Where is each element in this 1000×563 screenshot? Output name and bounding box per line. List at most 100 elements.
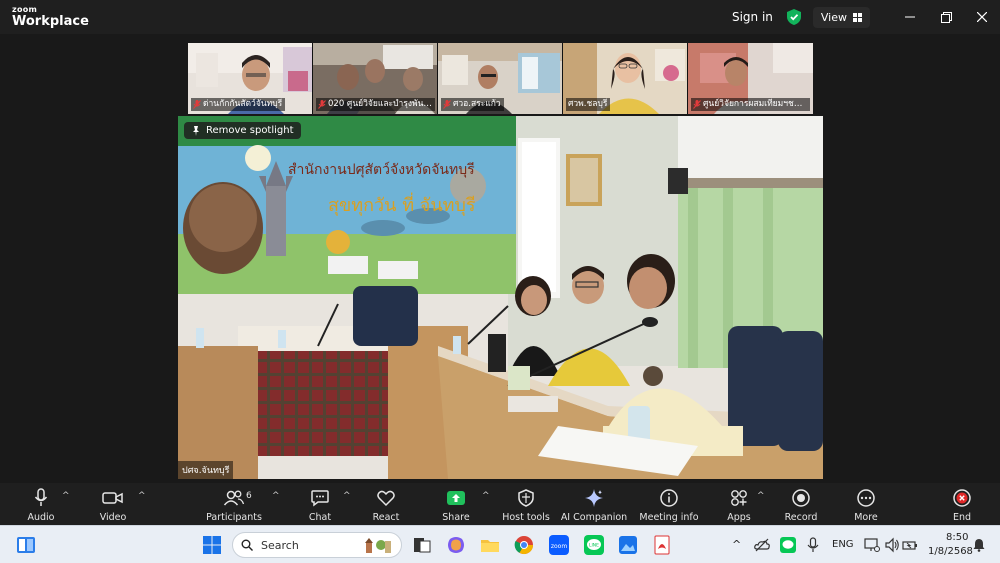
ai-sparkle-icon	[585, 489, 603, 507]
microphone-tray-icon[interactable]	[806, 537, 820, 553]
zoom-window: zoom Workplace Sign in View ด่านกักกันสั…	[0, 0, 1000, 563]
svg-text:สุขทุกวัน ที่ จันทบุรี: สุขทุกวัน ที่ จันทบุรี	[328, 192, 476, 216]
audio-button[interactable]: Audio	[22, 483, 60, 525]
file-explorer-icon[interactable]	[480, 535, 500, 555]
end-label: End	[952, 512, 972, 523]
chat-button[interactable]: Chat	[302, 483, 338, 525]
mic-muted-icon	[193, 100, 201, 109]
pdf-reader-icon[interactable]	[652, 535, 672, 555]
participants-icon	[223, 490, 245, 506]
more-dots-icon	[857, 489, 875, 507]
photos-app-icon[interactable]	[618, 535, 638, 555]
participant-tile[interactable]: ศวพ.ชลบุรี	[563, 43, 688, 114]
taskbar-search-box[interactable]: Search	[232, 532, 402, 558]
windows-taskbar: Search zoom LINE ^ ENG 8:50 1/8/2568	[0, 525, 1000, 563]
volume-icon[interactable]	[884, 537, 900, 553]
remove-spotlight-button[interactable]: Remove spotlight	[184, 122, 301, 139]
participant-tile[interactable]: ศูนย์วิจัยการผสมเทียมฯชล...	[688, 43, 813, 114]
chat-options-caret[interactable]: ^	[343, 491, 351, 501]
participants-button[interactable]: Participants	[204, 483, 264, 525]
line-tray-icon[interactable]	[780, 537, 796, 553]
participants-label: Participants	[206, 512, 262, 523]
end-meeting-button[interactable]: End	[946, 483, 978, 525]
network-icon[interactable]	[864, 537, 880, 553]
share-screen-icon	[447, 491, 465, 505]
apps-icon	[731, 490, 747, 506]
participant-tile[interactable]: ด่านกักกันสัตว์จันทบุรี	[188, 43, 313, 114]
minimize-icon	[905, 16, 915, 18]
taskbar-date[interactable]: 1/8/2568	[928, 546, 973, 557]
video-label: Video	[99, 512, 127, 523]
end-x-icon	[953, 489, 971, 507]
search-placeholder: Search	[261, 538, 299, 552]
audio-options-caret[interactable]: ^	[62, 491, 70, 501]
mic-muted-icon	[443, 100, 451, 109]
record-label: Record	[784, 512, 818, 523]
participant-name-label: ด่านกักกันสัตว์จันทบุรี	[191, 98, 286, 111]
mic-muted-icon	[693, 100, 701, 109]
participant-thumbnail-strip: ด่านกักกันสัตว์จันทบุรี 020 ศูนย์วิจัยแล…	[188, 43, 813, 114]
host-tools-button[interactable]: Host tools	[500, 483, 552, 525]
onedrive-icon[interactable]	[754, 537, 770, 553]
encryption-shield-icon[interactable]	[786, 9, 801, 25]
svg-text:LINE: LINE	[589, 543, 599, 549]
close-window-button[interactable]	[964, 0, 1000, 34]
react-button[interactable]: React	[368, 483, 404, 525]
notification-bell-icon[interactable]	[972, 538, 986, 552]
minimize-button[interactable]	[892, 0, 928, 34]
share-button[interactable]: Share	[438, 483, 474, 525]
record-button[interactable]: Record	[782, 483, 820, 525]
meeting-info-button[interactable]: Meeting info	[638, 483, 700, 525]
participants-options-caret[interactable]: ^	[272, 491, 280, 501]
more-label: More	[854, 512, 878, 523]
participant-name-label: ศวพ.ชลบุรี	[566, 98, 611, 111]
more-button[interactable]: More	[850, 483, 882, 525]
sign-in-link[interactable]: Sign in	[732, 10, 773, 24]
participant-name-label: ศูนย์วิจัยการผสมเทียมฯชล...	[691, 98, 810, 111]
video-options-caret[interactable]: ^	[138, 491, 146, 501]
copilot-icon[interactable]	[446, 535, 466, 555]
video-button[interactable]: Video	[94, 483, 132, 525]
windows-start-icon[interactable]	[202, 535, 222, 555]
meeting-stage: ด่านกักกันสัตว์จันทบุรี 020 ศูนย์วิจัยแล…	[0, 34, 1000, 483]
battery-icon[interactable]	[902, 537, 918, 553]
meeting-info-label: Meeting info	[639, 512, 699, 523]
host-shield-icon	[518, 489, 534, 507]
input-language-indicator[interactable]: ENG	[832, 539, 854, 550]
restore-button[interactable]	[928, 0, 964, 34]
speaker-video-scene: สำนักงานปศุสัตว์จังหวัดจันทบุรี สุขทุกวั…	[178, 116, 823, 479]
participant-name-label: 020 ศูนย์วิจัยและบำรุงพันธุ์...	[316, 98, 435, 111]
close-icon	[977, 12, 987, 22]
view-button[interactable]: View	[812, 6, 870, 28]
apps-options-caret[interactable]: ^	[757, 491, 765, 501]
taskbar-time[interactable]: 8:50	[946, 532, 968, 543]
spotlight-video[interactable]: สำนักงานปศุสัตว์จังหวัดจันทบุรี สุขทุกวั…	[178, 116, 823, 479]
restore-icon	[940, 11, 952, 23]
task-view-icon[interactable]	[412, 535, 432, 555]
participant-tile[interactable]: 020 ศูนย์วิจัยและบำรุงพันธุ์...	[313, 43, 438, 114]
view-label: View	[820, 10, 847, 24]
title-bar: zoom Workplace Sign in View	[0, 0, 1000, 34]
logo-workplace-text: Workplace	[12, 14, 89, 29]
zoom-app-icon[interactable]: zoom	[549, 535, 569, 555]
chat-label: Chat	[308, 512, 332, 523]
widgets-icon[interactable]	[16, 535, 36, 555]
video-camera-icon	[102, 492, 123, 504]
apps-button[interactable]: Apps	[722, 483, 756, 525]
participant-name-label: ศวอ.สระแก้ว	[441, 98, 504, 111]
logo-zoom-text: zoom	[12, 5, 38, 14]
record-icon	[792, 489, 810, 507]
share-options-caret[interactable]: ^	[482, 491, 490, 501]
search-icon	[241, 539, 253, 551]
chat-bubble-icon	[311, 490, 329, 507]
speaker-name-label: ปศจ.จันทบุรี	[178, 461, 234, 479]
participant-tile[interactable]: ศวอ.สระแก้ว	[438, 43, 563, 114]
audio-label: Audio	[27, 512, 55, 523]
microphone-icon	[34, 488, 48, 506]
line-app-icon[interactable]: LINE	[584, 535, 604, 555]
ai-companion-button[interactable]: AI Companion	[560, 483, 628, 525]
meeting-toolbar: Audio ^ Video ^ Participants 6 ^ Chat ^ …	[0, 483, 1000, 525]
chrome-icon[interactable]	[514, 535, 534, 555]
tray-overflow-chevron[interactable]: ^	[732, 538, 741, 551]
share-label: Share	[442, 512, 470, 523]
